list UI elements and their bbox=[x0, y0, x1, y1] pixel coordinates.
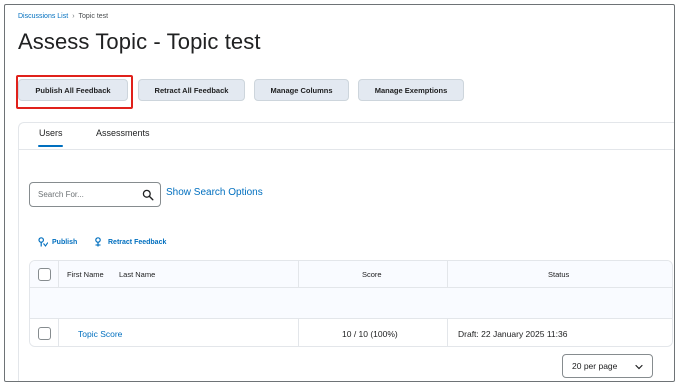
topic-score-link[interactable]: Topic Score bbox=[78, 329, 122, 339]
per-page-select[interactable]: 20 per page bbox=[562, 354, 653, 378]
retract-icon bbox=[95, 237, 101, 247]
grid-header-row: First Name Last Name Score Status bbox=[30, 261, 672, 288]
column-header-first-name[interactable]: First Name bbox=[67, 270, 104, 279]
breadcrumb-separator: › bbox=[72, 13, 75, 20]
row-checkbox[interactable] bbox=[38, 327, 51, 340]
breadcrumb-current: Topic test bbox=[78, 13, 109, 20]
column-divider bbox=[298, 261, 299, 288]
highlight-annotation-box bbox=[16, 75, 133, 109]
manage-exemptions-button[interactable]: Manage Exemptions bbox=[358, 79, 464, 101]
tab-assessments[interactable]: Assessments bbox=[96, 128, 150, 138]
page-title: Assess Topic - Topic test bbox=[18, 29, 261, 54]
publish-label: Publish bbox=[52, 238, 78, 246]
show-search-options-link[interactable]: Show Search Options bbox=[166, 187, 263, 198]
status-cell: Draft: 22 January 2025 11:36 bbox=[458, 329, 568, 339]
tab-bar: Users Assessments bbox=[18, 122, 674, 150]
column-header-status: Status bbox=[548, 270, 570, 279]
publish-icon bbox=[38, 237, 48, 247]
table-row: Topic Score 10 / 10 (100%) Draft: 22 Jan… bbox=[30, 319, 672, 346]
chevron-down-icon bbox=[635, 364, 643, 370]
search-placeholder: Search For... bbox=[38, 190, 84, 199]
selected-tab-indicator bbox=[38, 145, 63, 147]
publish-link[interactable]: Publish bbox=[38, 237, 77, 247]
column-header-last-name[interactable]: Last Name bbox=[119, 270, 155, 279]
column-divider bbox=[58, 319, 59, 346]
column-divider bbox=[298, 319, 299, 346]
tab-users[interactable]: Users bbox=[39, 128, 63, 138]
retract-feedback-label: Retract Feedback bbox=[108, 238, 167, 246]
search-input[interactable]: Search For... bbox=[29, 182, 161, 207]
column-divider bbox=[447, 261, 448, 288]
retract-all-feedback-button[interactable]: Retract All Feedback bbox=[138, 79, 245, 101]
column-divider bbox=[58, 261, 59, 288]
score-cell: 10 / 10 (100%) bbox=[342, 329, 398, 339]
users-grid: First Name Last Name Score Status Topic … bbox=[29, 260, 673, 347]
breadcrumb: Discussions List › Topic test bbox=[18, 13, 108, 20]
per-page-value: 20 per page bbox=[572, 361, 618, 371]
breadcrumb-discussions-list-link[interactable]: Discussions List bbox=[18, 13, 68, 20]
column-header-score: Score bbox=[362, 270, 382, 279]
search-icon[interactable] bbox=[142, 189, 154, 201]
page-frame: Discussions List › Topic test Assess Top… bbox=[4, 4, 675, 382]
column-divider bbox=[447, 319, 448, 346]
select-all-checkbox[interactable] bbox=[38, 268, 51, 281]
retract-feedback-link[interactable]: Retract Feedback bbox=[94, 237, 166, 247]
manage-columns-button[interactable]: Manage Columns bbox=[254, 79, 349, 101]
user-group-row bbox=[30, 288, 672, 335]
